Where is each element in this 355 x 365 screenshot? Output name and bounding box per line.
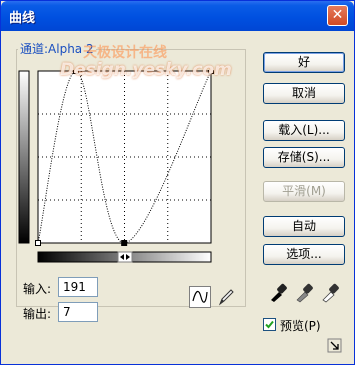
gradient-toggle-icon[interactable] — [117, 251, 133, 263]
output-label: 输出: — [23, 307, 52, 321]
curve-point[interactable] — [35, 240, 41, 246]
auto-button[interactable]: 自动 — [263, 216, 345, 237]
smooth-button: 平滑(M) — [263, 181, 345, 202]
curves-dialog: 曲线 ✕ 通道:Alpha 2 好 取消 载入(L)... 存储(S)... 平… — [0, 0, 355, 365]
pencil-tool-button[interactable] — [215, 286, 237, 308]
dialog-title: 曲线 — [9, 11, 36, 26]
curve-svg — [18, 68, 214, 263]
preview-label[interactable]: 预览(P) — [280, 317, 321, 334]
curve-point-selected[interactable] — [121, 240, 128, 246]
channel-label[interactable]: 通道:Alpha 2 — [18, 40, 96, 57]
preview-checkbox[interactable] — [263, 318, 276, 331]
load-button[interactable]: 载入(L)... — [263, 120, 345, 141]
input-field[interactable]: 191 — [58, 277, 98, 297]
output-field[interactable]: 7 — [58, 302, 98, 322]
curve-tool-button[interactable] — [189, 286, 211, 308]
expand-icon[interactable] — [327, 338, 343, 354]
curve-tool-icon — [192, 290, 208, 303]
dialog-body: 通道:Alpha 2 好 取消 载入(L)... 存储(S)... 平滑(M) … — [4, 31, 351, 362]
close-button[interactable]: ✕ — [327, 5, 348, 26]
cancel-button[interactable]: 取消 — [263, 83, 345, 104]
pencil-tool-icon — [218, 289, 234, 306]
checkmark-icon — [265, 320, 274, 329]
input-label: 输入: — [23, 282, 52, 296]
output-gradient-bar — [18, 70, 30, 244]
ok-button[interactable]: 好 — [263, 52, 345, 73]
save-button[interactable]: 存储(S)... — [263, 147, 345, 168]
options-button[interactable]: 选项... — [263, 244, 345, 265]
eyedropper-gray-icon[interactable] — [293, 281, 315, 303]
eyedropper-white-icon[interactable] — [319, 281, 341, 303]
curve-point[interactable] — [72, 68, 79, 74]
eyedropper-black-icon[interactable] — [267, 281, 289, 303]
close-icon: ✕ — [331, 7, 344, 23]
curve-area — [18, 68, 228, 282]
curve-point[interactable] — [208, 68, 214, 74]
title-bar[interactable]: 曲线 ✕ — [1, 1, 354, 31]
